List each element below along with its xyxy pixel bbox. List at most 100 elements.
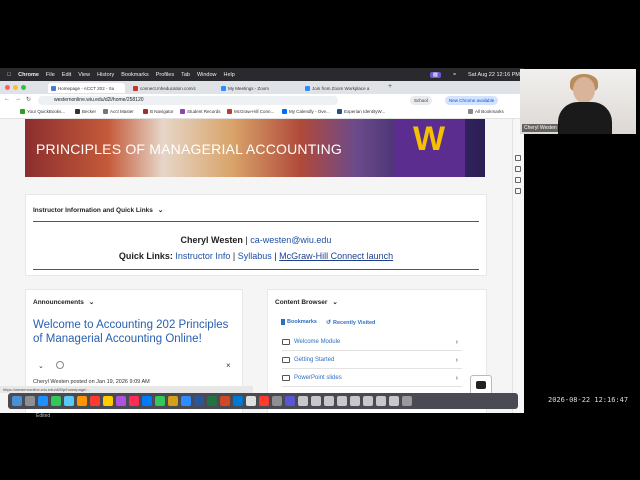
bookmark-acct-master[interactable]: Acct Master xyxy=(103,109,134,114)
mail-icon[interactable] xyxy=(64,396,74,406)
document-icon[interactable] xyxy=(363,396,373,406)
page-content: W PRINCIPLES OF MANAGERIAL ACCOUNTING In… xyxy=(0,119,512,413)
tab-homepage[interactable]: Homepage - ACCT 202 - Su xyxy=(48,83,125,93)
new-tab-icon[interactable]: + xyxy=(388,83,392,90)
tab-recently-visited[interactable]: ↺ Recently Visited xyxy=(326,319,375,327)
content-item[interactable]: PowerPoint slides › xyxy=(282,370,462,387)
menubar-clock[interactable]: Sat Aug 22 12:16 PM xyxy=(468,72,520,78)
link-status-bar: https://westernonline.wiu.edu/d2l/lp/hom… xyxy=(0,386,253,393)
connect-launch-link[interactable]: McGraw-Hill Connect launch xyxy=(279,251,393,261)
music-icon[interactable] xyxy=(116,396,126,406)
zoom-icon[interactable] xyxy=(181,396,191,406)
side-panel-icon[interactable] xyxy=(515,188,521,194)
zoom-share-icon[interactable]: ▩ xyxy=(429,71,441,78)
facetime-icon[interactable] xyxy=(155,396,165,406)
excel-icon[interactable] xyxy=(207,396,217,406)
word-icon[interactable] xyxy=(194,396,204,406)
powerpoint-icon[interactable] xyxy=(220,396,230,406)
school-profile-chip[interactable]: School xyxy=(410,96,432,105)
bookmark-quickbooks[interactable]: Your QuickBooks... xyxy=(20,109,65,114)
menu-app[interactable]: Chrome xyxy=(18,72,39,78)
settings-icon[interactable] xyxy=(272,396,282,406)
instructor-info-link[interactable]: Instructor Info xyxy=(175,251,230,261)
bookmark-mcgraw-hill[interactable]: McGraw-Hill Conn... xyxy=(227,109,274,114)
back-icon[interactable]: ← xyxy=(4,96,10,103)
instructor-email-link[interactable]: ca-westen@wiu.edu xyxy=(250,235,331,245)
mcgraw-favicon-icon xyxy=(133,85,138,91)
announcement-title[interactable]: Welcome to Accounting 202 Principles of … xyxy=(33,318,233,346)
syllabus-link[interactable]: Syllabus xyxy=(238,251,272,261)
document-icon[interactable] xyxy=(311,396,321,406)
outlook-icon[interactable] xyxy=(233,396,243,406)
mac-menubar:  Chrome File Edit View History Bookmark… xyxy=(0,68,524,81)
bookmark-b-navigator[interactable]: B Navigator xyxy=(143,109,174,114)
news-icon[interactable] xyxy=(129,396,139,406)
side-panel-icon[interactable] xyxy=(515,155,521,161)
maximize-window-icon[interactable] xyxy=(21,85,26,90)
document-icon[interactable] xyxy=(350,396,360,406)
chrome-icon[interactable] xyxy=(168,396,178,406)
content-browser-header[interactable]: Content Browser ⌄ xyxy=(275,298,338,307)
acrobat-icon[interactable] xyxy=(259,396,269,406)
launchpad-icon[interactable] xyxy=(25,396,35,406)
side-panel-icon[interactable] xyxy=(515,177,521,183)
expand-chevron-icon[interactable]: ⌄ xyxy=(38,362,44,370)
app-store-icon[interactable] xyxy=(142,396,152,406)
finder-icon[interactable] xyxy=(12,396,22,406)
teams-icon[interactable] xyxy=(285,396,295,406)
apple-icon[interactable]:  xyxy=(7,72,11,78)
bookmark-becker[interactable]: Becker xyxy=(75,109,96,114)
menu-bookmarks[interactable]: Bookmarks xyxy=(121,72,149,78)
chat-button[interactable] xyxy=(470,375,492,395)
participant-video: Cheryl Westen xyxy=(520,69,636,134)
instructor-widget-header[interactable]: Instructor Information and Quick Links ⌄ xyxy=(33,206,163,215)
bookmark-student-records[interactable]: Student Records xyxy=(180,109,221,114)
chevron-down-icon[interactable]: ⌄ xyxy=(158,206,163,214)
tab-zoom-meetings[interactable]: My Meetings - Zoom xyxy=(218,83,297,93)
menu-window[interactable]: Window xyxy=(197,72,217,78)
trash-icon[interactable] xyxy=(402,396,412,406)
chevron-down-icon[interactable]: ⌄ xyxy=(332,298,337,306)
side-panel-icon[interactable] xyxy=(515,166,521,172)
menu-file[interactable]: File xyxy=(46,72,55,78)
notes-icon[interactable] xyxy=(103,396,113,406)
calendar-icon[interactable] xyxy=(90,396,100,406)
bookmark-experian[interactable]: Experian IdentityW... xyxy=(337,109,385,114)
menu-profiles[interactable]: Profiles xyxy=(156,72,174,78)
forward-icon[interactable]: → xyxy=(15,96,21,103)
wifi-icon[interactable]: ≈ xyxy=(453,72,456,78)
tab-connect[interactable]: connect.mheducation.com/c xyxy=(130,83,213,93)
bookmark-label: Your QuickBooks... xyxy=(27,109,66,114)
messages-icon[interactable] xyxy=(51,396,61,406)
chrome-update-chip[interactable]: New Chrome available xyxy=(445,96,499,105)
chevron-down-icon[interactable]: ⌄ xyxy=(89,298,94,306)
content-item[interactable]: Welcome Module › xyxy=(282,334,462,351)
menu-history[interactable]: History xyxy=(97,72,114,78)
close-window-icon[interactable] xyxy=(5,85,10,90)
safari-icon[interactable] xyxy=(38,396,48,406)
menu-view[interactable]: View xyxy=(78,72,90,78)
bookmark-calendly[interactable]: My Calendly - Ove... xyxy=(282,109,330,114)
document-icon[interactable] xyxy=(298,396,308,406)
menu-edit[interactable]: Edit xyxy=(62,72,71,78)
menu-help[interactable]: Help xyxy=(224,72,235,78)
instructor-name: Cheryl Westen xyxy=(180,235,243,245)
menu-tab[interactable]: Tab xyxy=(181,72,190,78)
announcements-header[interactable]: Announcements ⌄ xyxy=(33,298,94,307)
content-item[interactable]: Getting Started › xyxy=(282,352,462,369)
folder-icon xyxy=(468,109,473,114)
dismiss-icon[interactable]: × xyxy=(226,361,231,370)
tab-label: Bookmarks xyxy=(287,319,317,325)
document-icon[interactable] xyxy=(389,396,399,406)
reload-icon[interactable]: ↻ xyxy=(26,96,31,103)
minimize-window-icon[interactable] xyxy=(13,85,18,90)
tab-bookmarks[interactable]: Bookmarks xyxy=(281,319,317,325)
preview-icon[interactable] xyxy=(246,396,256,406)
document-icon[interactable] xyxy=(324,396,334,406)
tab-zoom-join[interactable]: Join from Zoom Workplace a xyxy=(302,83,381,93)
bookmark-all[interactable]: All Bookmarks xyxy=(468,109,504,114)
document-icon[interactable] xyxy=(337,396,347,406)
document-icon[interactable] xyxy=(376,396,386,406)
url-field[interactable]: westernonline.wiu.edu/d2l/home/258120 xyxy=(38,96,338,105)
photos-icon[interactable] xyxy=(77,396,87,406)
